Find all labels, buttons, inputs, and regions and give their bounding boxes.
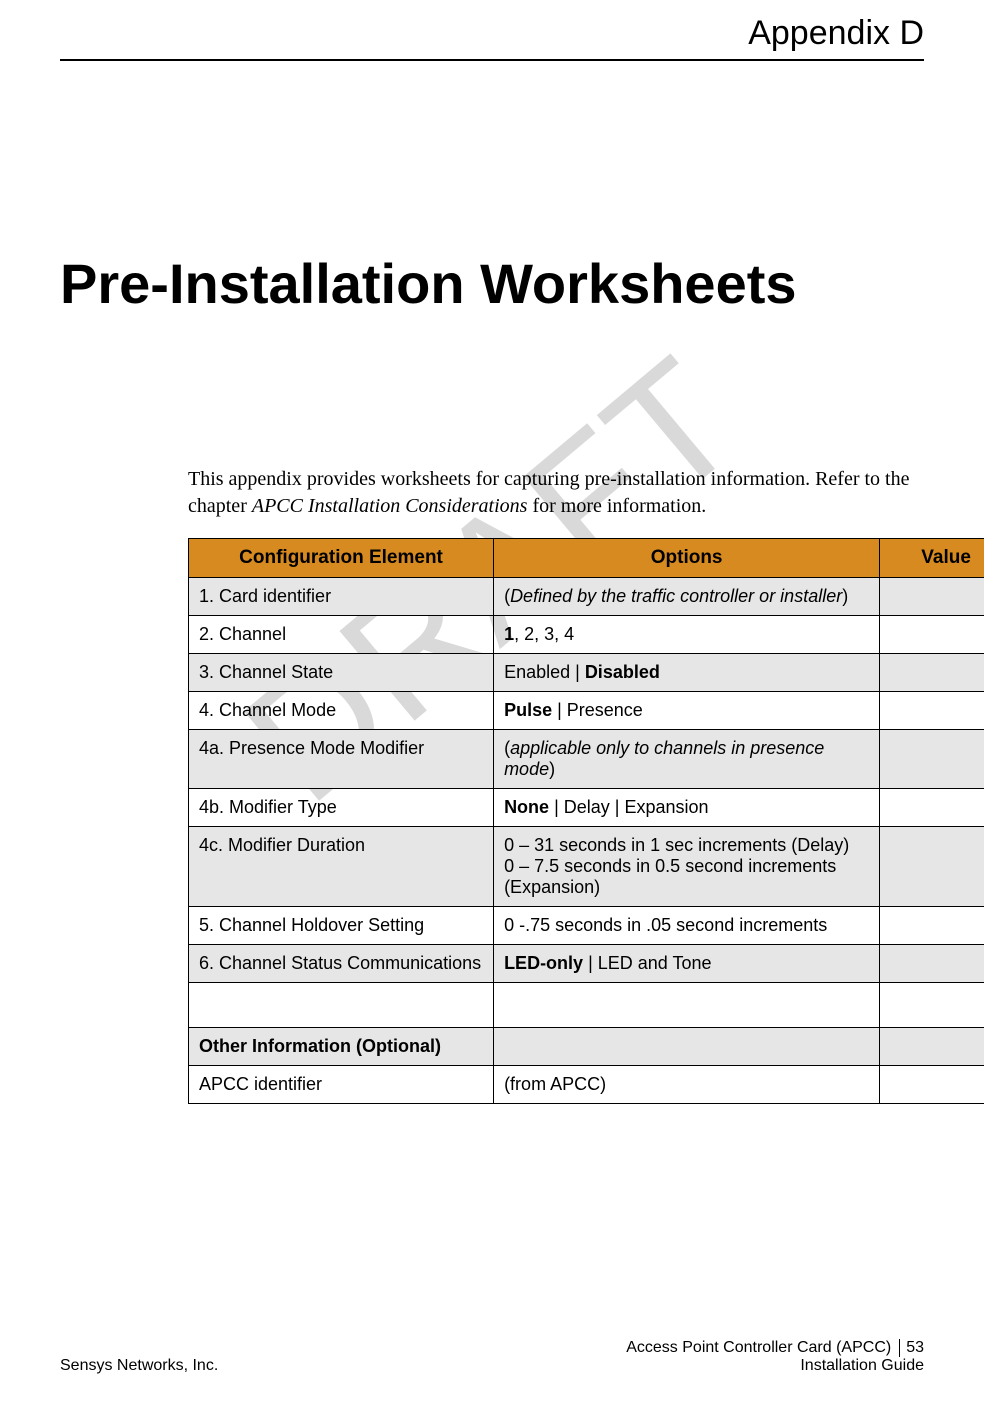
cell-value <box>880 654 984 692</box>
table-row: 4b. Modifier Type None | Delay | Expansi… <box>189 789 984 827</box>
header-value: Value <box>880 539 984 578</box>
cell-value <box>880 692 984 730</box>
cell-value <box>880 1066 984 1104</box>
cell-options-bold: LED-only <box>504 953 583 973</box>
footer-right: Access Point Controller Card (APCC) 53 In… <box>626 1339 924 1375</box>
intro-italic: APCC Installation Considerations <box>252 495 528 517</box>
cell-options-pre: Enabled | <box>504 662 585 682</box>
cell-options <box>494 983 880 1028</box>
cell-element: 5. Channel Holdover Setting <box>189 907 494 945</box>
cell-options-bold: None <box>504 797 549 817</box>
cell-element: APCC identifier <box>189 1066 494 1104</box>
cell-options-rest: | LED and Tone <box>583 953 711 973</box>
table-row: 2. Channel 1, 2, 3, 4 <box>189 616 984 654</box>
cell-value <box>880 730 984 789</box>
cell-element: 4a. Presence Mode Modifier <box>189 730 494 789</box>
header-config-element: Configuration Element <box>189 539 494 578</box>
cell-value <box>880 945 984 983</box>
table-row-section: Other Information (Optional) <box>189 1028 984 1066</box>
table-row: 6. Channel Status Communications LED-onl… <box>189 945 984 983</box>
cell-options: None | Delay | Expansion <box>494 789 880 827</box>
cell-options: Enabled | Disabled <box>494 654 880 692</box>
cell-element: 6. Channel Status Communications <box>189 945 494 983</box>
cell-element: 4b. Modifier Type <box>189 789 494 827</box>
cell-options: 0 – 31 seconds in 1 sec increments (Dela… <box>494 827 880 907</box>
footer-doc-subtitle: Installation Guide <box>626 1357 924 1375</box>
cell-element: 4. Channel Mode <box>189 692 494 730</box>
worksheet-table: Configuration Element Options Value 1. C… <box>188 538 984 1104</box>
footer-left: Sensys Networks, Inc. <box>60 1357 218 1375</box>
table-row: 4. Channel Mode Pulse | Presence <box>189 692 984 730</box>
cell-element <box>189 983 494 1028</box>
cell-options-bold: Disabled <box>585 662 660 682</box>
cell-options: 1, 2, 3, 4 <box>494 616 880 654</box>
page-title: Pre-Installation Worksheets <box>60 251 924 316</box>
cell-options: 0 -.75 seconds in .05 second incre­ments <box>494 907 880 945</box>
cell-options-bold: 1 <box>504 624 514 644</box>
cell-options: Pulse | Presence <box>494 692 880 730</box>
cell-options-rest: , 2, 3, 4 <box>514 624 574 644</box>
table-header-row: Configuration Element Options Value <box>189 539 984 578</box>
cell-value <box>880 827 984 907</box>
cell-options: LED-only | LED and Tone <box>494 945 880 983</box>
cell-options-bold: Pulse <box>504 700 552 720</box>
header-options: Options <box>494 539 880 578</box>
cell-value <box>880 907 984 945</box>
header-appendix: Appendix D <box>60 0 924 59</box>
cell-element: 1. Card identifier <box>189 578 494 616</box>
cell-value <box>880 789 984 827</box>
cell-options <box>494 1028 880 1066</box>
footer-page-number: 53 <box>906 1339 924 1357</box>
intro-suffix: for more information. <box>527 495 706 517</box>
cell-value <box>880 1028 984 1066</box>
cell-options-rest: | Delay | Expansion <box>549 797 708 817</box>
cell-section-label: Other Information (Optional) <box>189 1028 494 1066</box>
cell-element: 2. Channel <box>189 616 494 654</box>
table-row: 4c. Modifier Duration 0 – 31 seconds in … <box>189 827 984 907</box>
cell-options: (from APCC) <box>494 1066 880 1104</box>
footer-doc-title: Access Point Controller Card (APCC) <box>626 1339 900 1357</box>
table-row: 1. Card identifier (Defined by the traff… <box>189 578 984 616</box>
cell-options-ital: Defined by the traffic controller or ins… <box>510 586 842 606</box>
cell-options-line2: 0 – 7.5 seconds in 0.5 second increments… <box>504 856 836 897</box>
cell-value <box>880 578 984 616</box>
cell-element: 4c. Modifier Duration <box>189 827 494 907</box>
cell-options: (Defined by the traffic controller or in… <box>494 578 880 616</box>
intro-paragraph: This appendix provides worksheets for ca… <box>188 466 914 520</box>
table-row: 4a. Presence Mode Modifier (applicable o… <box>189 730 984 789</box>
paren-close: ) <box>549 759 555 779</box>
cell-value <box>880 616 984 654</box>
table-row-blank <box>189 983 984 1028</box>
cell-value <box>880 983 984 1028</box>
cell-options-rest: | Presence <box>552 700 643 720</box>
table-row: APCC identifier (from APCC) <box>189 1066 984 1104</box>
cell-options: (applicable only to channels in presence… <box>494 730 880 789</box>
cell-element: 3. Channel State <box>189 654 494 692</box>
cell-options-line1: 0 – 31 seconds in 1 sec increments (Dela… <box>504 835 849 855</box>
table-row: 3. Channel State Enabled | Disabled <box>189 654 984 692</box>
table-row: 5. Channel Holdover Setting 0 -.75 secon… <box>189 907 984 945</box>
paren-close: ) <box>842 586 848 606</box>
header-rule <box>60 59 924 61</box>
